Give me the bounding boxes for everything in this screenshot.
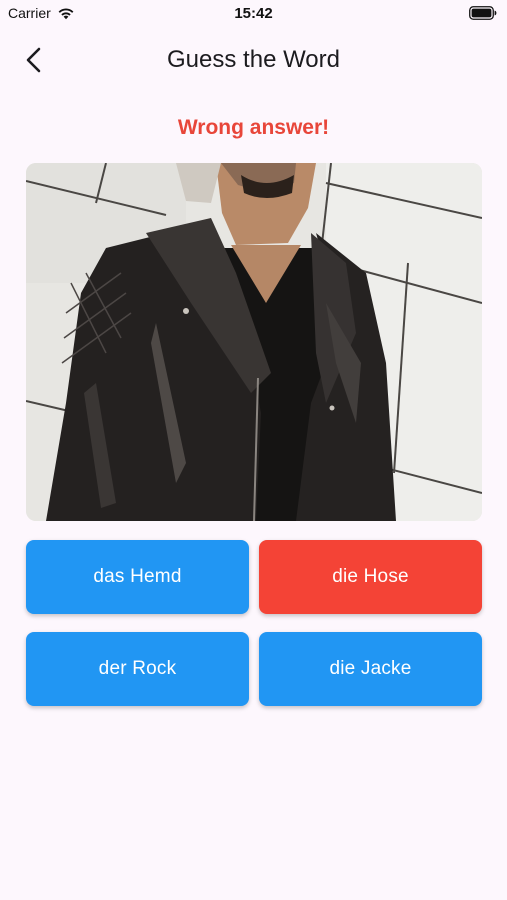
answer-label: der Rock <box>98 658 177 679</box>
status-time: 15:42 <box>234 5 273 22</box>
battery-icon <box>469 6 497 20</box>
feedback-message: Wrong answer! <box>177 116 330 139</box>
app-bar: Guess the Word <box>0 36 507 84</box>
answer-label: die Jacke <box>329 658 412 679</box>
answer-label: die Hose <box>332 566 409 587</box>
answer-button-wrong[interactable]: die Hose <box>259 540 482 614</box>
leather-jacket-photo <box>26 163 482 521</box>
answer-label: das Hemd <box>93 566 182 587</box>
answer-button[interactable]: das Hemd <box>26 540 249 614</box>
quiz-image <box>26 163 482 521</box>
status-bar: Carrier 15:42 <box>0 0 507 28</box>
answer-button[interactable]: die Jacke <box>259 632 482 706</box>
page-title: Guess the Word <box>167 46 340 73</box>
answer-button[interactable]: der Rock <box>26 632 249 706</box>
